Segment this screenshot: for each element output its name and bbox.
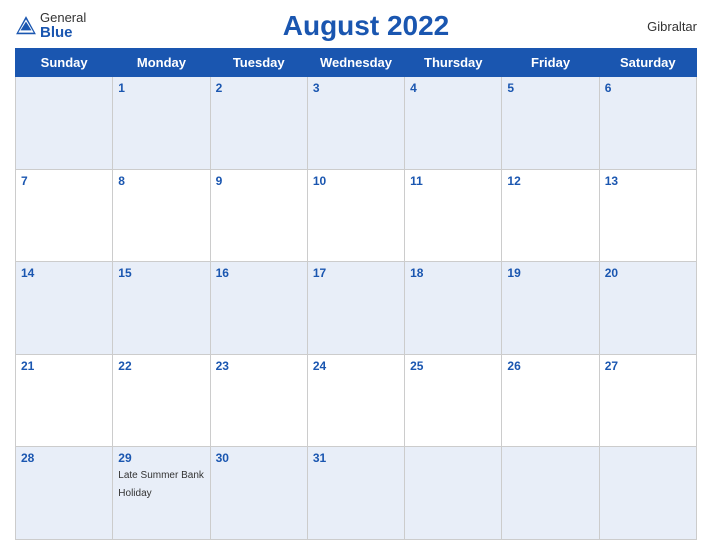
calendar-cell: 24 [307,354,404,447]
day-number: 14 [21,266,107,280]
day-number: 22 [118,359,204,373]
logo: General Blue [15,11,115,42]
day-number: 16 [216,266,302,280]
day-number: 21 [21,359,107,373]
calendar-cell: 2 [210,77,307,170]
calendar-row: 14 15 16 17 18 19 20 [16,262,697,355]
calendar-cell: 17 [307,262,404,355]
day-number: 25 [410,359,496,373]
header-saturday: Saturday [599,49,696,77]
day-number: 17 [313,266,399,280]
calendar-cell: 27 [599,354,696,447]
calendar-cell: 20 [599,262,696,355]
calendar-cell: 22 [113,354,210,447]
weekday-header-row: Sunday Monday Tuesday Wednesday Thursday… [16,49,697,77]
calendar-cell: 21 [16,354,113,447]
calendar-cell: 11 [405,169,502,262]
day-number: 26 [507,359,593,373]
logo-general-text: General [40,11,86,25]
calendar-row: 123456 [16,77,697,170]
calendar-cell [16,77,113,170]
calendar-cell: 13 [599,169,696,262]
event-label: Late Summer Bank Holiday [118,470,204,499]
day-number: 7 [21,174,107,188]
day-number: 31 [313,451,399,465]
calendar-cell: 23 [210,354,307,447]
header-thursday: Thursday [405,49,502,77]
day-number: 3 [313,81,399,95]
calendar-row: 28 29 Late Summer Bank Holiday 30 31 [16,447,697,540]
calendar-cell: 4 [405,77,502,170]
calendar-cell [502,447,599,540]
day-number: 2 [216,81,302,95]
calendar-cell [599,447,696,540]
calendar-title: August 2022 [115,10,617,42]
day-number: 5 [507,81,593,95]
day-number: 29 [118,451,204,465]
calendar-cell: 1 [113,77,210,170]
day-number: 9 [216,174,302,188]
day-number: 18 [410,266,496,280]
calendar-cell: 8 [113,169,210,262]
calendar-cell: 7 [16,169,113,262]
calendar-cell: 19 [502,262,599,355]
day-number: 12 [507,174,593,188]
calendar-cell: 10 [307,169,404,262]
logo-blue-text: Blue [40,25,86,42]
calendar-cell: 3 [307,77,404,170]
calendar-cell: 30 [210,447,307,540]
calendar-cell: 5 [502,77,599,170]
header-sunday: Sunday [16,49,113,77]
header-wednesday: Wednesday [307,49,404,77]
day-number: 27 [605,359,691,373]
day-number: 6 [605,81,691,95]
calendar-cell: 6 [599,77,696,170]
day-number: 8 [118,174,204,188]
calendar-cell: 12 [502,169,599,262]
calendar-cell: 31 [307,447,404,540]
calendar-row: 789 10 11 12 13 [16,169,697,262]
day-number: 30 [216,451,302,465]
calendar-cell: 14 [16,262,113,355]
header-tuesday: Tuesday [210,49,307,77]
day-number: 24 [313,359,399,373]
region-label: Gibraltar [617,19,697,34]
calendar-cell: 9 [210,169,307,262]
day-number: 1 [118,81,204,95]
calendar-row: 21 22 23 24 25 26 27 [16,354,697,447]
day-number: 28 [21,451,107,465]
calendar-cell [405,447,502,540]
calendar-header: General Blue August 2022 Gibraltar [15,10,697,42]
calendar-cell: 15 [113,262,210,355]
calendar-cell: 25 [405,354,502,447]
calendar-cell: 16 [210,262,307,355]
calendar-cell: 29 Late Summer Bank Holiday [113,447,210,540]
day-number: 15 [118,266,204,280]
day-number: 11 [410,174,496,188]
logo-text: General Blue [40,11,86,42]
header-friday: Friday [502,49,599,77]
day-number: 19 [507,266,593,280]
calendar-cell: 26 [502,354,599,447]
calendar-table: Sunday Monday Tuesday Wednesday Thursday… [15,48,697,540]
day-number: 10 [313,174,399,188]
day-number: 4 [410,81,496,95]
day-number: 20 [605,266,691,280]
day-number: 13 [605,174,691,188]
calendar-cell: 28 [16,447,113,540]
day-number: 23 [216,359,302,373]
header-monday: Monday [113,49,210,77]
logo-icon [15,15,37,37]
calendar-cell: 18 [405,262,502,355]
